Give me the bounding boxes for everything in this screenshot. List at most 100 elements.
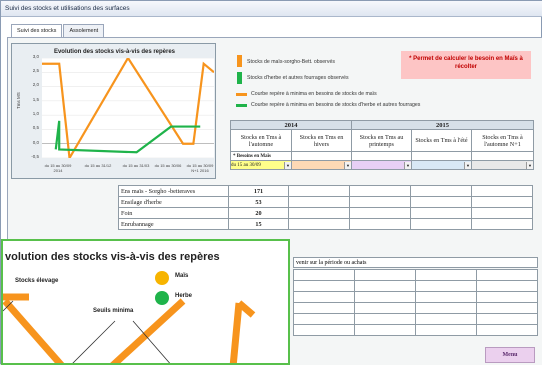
input-cell[interactable] [476,280,538,292]
legend-swatch-orange-bar [237,55,242,67]
column-header: Stocks en Tms à l'automne N+1 [471,129,534,152]
input-cell[interactable] [415,324,477,336]
column-header: Stocks en Tms en hivers [291,129,352,152]
dropdown-arrow-icon[interactable]: ▼ [464,161,471,169]
column-header: Stocks en Tms au printemps [351,129,412,152]
input-cell[interactable] [471,218,533,230]
input-cell[interactable] [354,302,416,314]
legend-swatch-green-line [236,104,247,107]
ytick: 0,5 [32,125,39,130]
input-cell[interactable] [410,218,472,230]
input-cell[interactable] [349,218,411,230]
table-row: Enrubannage 15 [118,218,533,230]
period-select-cell[interactable]: ▼ [351,160,412,170]
row-value[interactable]: 15 [228,218,289,230]
input-cell[interactable] [293,280,355,292]
row-label: Ens maïs - Sorgho -betteraves [118,185,229,197]
chart-title: Evolution des stocks vis-à-vis des repèr… [53,49,176,55]
row-value[interactable]: 20 [228,207,289,219]
input-cell[interactable] [415,280,477,292]
input-cell[interactable] [410,207,472,219]
input-cell[interactable] [349,207,411,219]
section-label: venir sur la période ou achats [293,257,538,268]
row-value[interactable]: 53 [228,196,289,208]
input-cell[interactable] [471,207,533,219]
menu-button[interactable]: Menu [485,347,535,363]
period-select-cell[interactable]: du 15 au 30/09 ▼ [230,160,292,170]
input-cell[interactable] [471,196,533,208]
input-cell[interactable] [415,269,477,281]
input-cell[interactable] [349,196,411,208]
input-cell[interactable] [476,324,538,336]
input-cell[interactable] [288,218,350,230]
app-window: Suivi des stocks et utilisations des sur… [0,0,542,365]
row-label: Ensilage d'herbe [118,196,229,208]
input-cell[interactable] [293,291,355,303]
table-row: Ens maïs - Sorgho -betteraves 171 [118,185,533,197]
chart-plot-area [42,58,214,158]
legend-swatch-orange-line [236,93,247,96]
input-cell[interactable] [293,302,355,314]
dropdown-arrow-icon[interactable]: ▼ [404,161,411,169]
tab-suivi-des-stocks[interactable]: Suivi des stocks [11,24,63,37]
input-cell[interactable] [349,185,411,197]
period-select-cell[interactable]: ▼ [471,160,534,170]
period-select-cell[interactable]: ▼ [291,160,352,170]
ytick: 2,0 [32,82,39,87]
input-cell[interactable] [293,269,355,281]
input-cell[interactable] [476,302,538,314]
table-row: Ensilage d'herbe 53 [118,196,533,208]
dropdown-arrow-icon[interactable]: ▼ [344,161,351,169]
input-cell[interactable] [354,324,416,336]
column-header: Stocks en Tms à l'automne [230,129,292,152]
chart-ylabel: Tms MS [16,92,21,109]
empty-cell [471,151,534,161]
ytick: 0,0 [32,140,39,145]
window-title: Suivi des stocks et utilisations des sur… [1,1,542,17]
legend-item: Stocks d'herbe et autres fourrages obser… [247,75,349,81]
series-line-0 [42,58,214,158]
input-cell[interactable] [354,280,416,292]
ytick: 1,5 [32,97,39,102]
xtick: du 15 au 30/09 2014 [44,163,72,173]
empty-cell [411,151,472,161]
input-cell[interactable] [410,196,472,208]
input-cell[interactable] [293,324,355,336]
tab-assolement[interactable]: Assolement [63,24,105,37]
input-cell[interactable] [415,302,477,314]
dropdown-arrow-icon[interactable]: ▼ [526,161,533,169]
ytick: 2,5 [32,68,39,73]
purchase-table [293,269,538,336]
info-note: * Permet de calculer le besoin en Maïs à… [401,51,531,79]
legend-item: Courbe repère à minima en besoins de sto… [251,102,421,108]
feed-rows-table: Ens maïs - Sorgho -betteraves 171 Ensila… [118,185,533,230]
input-cell[interactable] [415,313,477,325]
empty-cell [291,151,352,161]
row-label: Foin [118,207,229,219]
input-cell[interactable] [288,207,350,219]
input-cell[interactable] [471,185,533,197]
input-cell[interactable] [288,196,350,208]
input-cell[interactable] [410,185,472,197]
input-cell[interactable] [354,291,416,303]
legend-item: Stocks de maïs-sorgho-Bett. observés [247,59,335,65]
stock-evolution-chart: Evolution des stocks vis-à-vis des repèr… [11,43,216,179]
zoomed-line-segment [229,302,243,363]
input-cell[interactable] [415,291,477,303]
zoomed-chart-overlay: volution des stocks vis-à-vis des repère… [1,239,290,365]
dropdown-arrow-icon[interactable]: ▼ [284,161,291,169]
row-value[interactable]: 171 [228,185,289,197]
ytick: 3,0 [32,54,39,59]
input-cell[interactable] [293,313,355,325]
input-cell[interactable] [354,269,416,281]
input-cell[interactable] [476,313,538,325]
xtick: du 15 au 30/06 [154,163,182,168]
period-select-cell[interactable]: ▼ [411,160,472,170]
input-cell[interactable] [288,185,350,197]
row-label: Enrubannage [118,218,229,230]
legend-swatch-green-bar [237,72,242,84]
input-cell[interactable] [476,291,538,303]
input-cell[interactable] [354,313,416,325]
zoomed-line-segment [3,298,65,363]
input-cell[interactable] [476,269,538,281]
